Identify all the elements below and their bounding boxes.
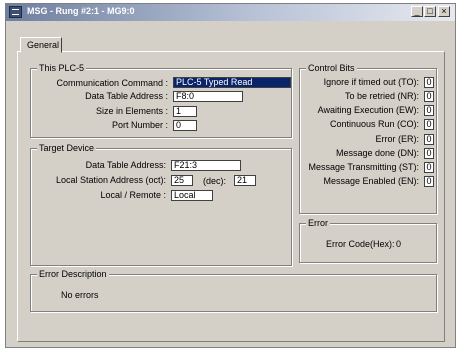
error-description-legend: Error Description	[37, 269, 109, 279]
maximize-button[interactable]: □	[424, 6, 436, 17]
communication-command-field[interactable]: PLC-5 Typed Read	[173, 77, 291, 88]
local-station-address-dec-field[interactable]: 21	[234, 175, 256, 186]
error-code-label: Error Code(Hex):	[326, 239, 395, 249]
control-bit-label-st: Message Transmitting (ST):	[308, 162, 419, 172]
title-bar[interactable]: MSG - Rung #2:1 - MG9:0 _ □ ×	[6, 4, 455, 21]
target-device-group: Target Device Data Table Address: F21:3 …	[30, 143, 292, 266]
this-plc-group: This PLC-5 Communication Command : PLC-5…	[30, 63, 292, 138]
error-legend: Error	[306, 218, 330, 228]
data-table-address-field[interactable]: F8:0	[173, 91, 243, 102]
local-station-address-oct-field[interactable]: 25	[171, 175, 193, 186]
data-table-address-label: Data Table Address :	[85, 91, 168, 101]
control-bits-legend: Control Bits	[306, 63, 357, 73]
minimize-button[interactable]: _	[411, 6, 423, 17]
local-station-address-label: Local Station Address (oct):	[55, 175, 166, 185]
control-bit-label-er: Error (ER):	[375, 134, 420, 144]
control-bit-value-er[interactable]: 0	[424, 134, 434, 145]
control-bit-label-to: Ignore if timed out (TO):	[323, 77, 419, 87]
error-description-text: No errors	[61, 290, 99, 300]
target-data-table-address-field[interactable]: F21:3	[171, 160, 241, 171]
control-bit-value-to[interactable]: 0	[424, 77, 434, 88]
control-bit-value-st[interactable]: 0	[424, 162, 434, 173]
close-button[interactable]: ×	[438, 6, 450, 17]
dec-label: (dec):	[203, 176, 227, 186]
target-data-table-address-label: Data Table Address:	[85, 160, 166, 170]
communication-command-label: Communication Command :	[56, 78, 168, 88]
port-number-label: Port Number :	[111, 120, 168, 130]
window-title: MSG - Rung #2:1 - MG9:0	[27, 6, 135, 16]
control-bit-label-co: Continuous Run (CO):	[329, 119, 419, 129]
control-bit-value-nr[interactable]: 0	[424, 91, 434, 102]
tab-general[interactable]: General	[20, 37, 62, 53]
local-remote-label: Local / Remote :	[100, 190, 166, 200]
general-tab-panel: This PLC-5 Communication Command : PLC-5…	[17, 51, 445, 342]
port-number-field[interactable]: 0	[173, 120, 197, 131]
control-bit-label-nr: To be retried (NR):	[344, 91, 419, 101]
target-device-legend: Target Device	[37, 143, 97, 153]
size-in-elements-label: Size in Elements :	[95, 106, 168, 116]
control-bit-label-en: Message Enabled (EN):	[323, 176, 419, 186]
this-plc-legend: This PLC-5	[37, 63, 87, 73]
control-bit-value-co[interactable]: 0	[424, 119, 434, 130]
local-remote-field[interactable]: Local	[171, 190, 213, 201]
error-code-value: 0	[396, 239, 402, 249]
control-bit-label-dn: Message done (DN):	[335, 148, 419, 158]
control-bit-value-en[interactable]: 0	[424, 176, 434, 187]
error-description-group: Error Description No errors	[30, 269, 437, 312]
rslogix-app-icon	[9, 6, 22, 18]
msg-dialog-window: MSG - Rung #2:1 - MG9:0 _ □ × General Th…	[5, 3, 456, 348]
control-bit-value-ew[interactable]: 0	[424, 105, 434, 116]
control-bit-value-dn[interactable]: 0	[424, 148, 434, 159]
size-in-elements-field[interactable]: 1	[173, 106, 197, 117]
error-group: Error Error Code(Hex): 0	[299, 218, 437, 263]
control-bit-label-ew: Awaiting Execution (EW):	[317, 105, 419, 115]
control-bits-group: Control Bits Ignore if timed out (TO): 0…	[299, 63, 437, 214]
